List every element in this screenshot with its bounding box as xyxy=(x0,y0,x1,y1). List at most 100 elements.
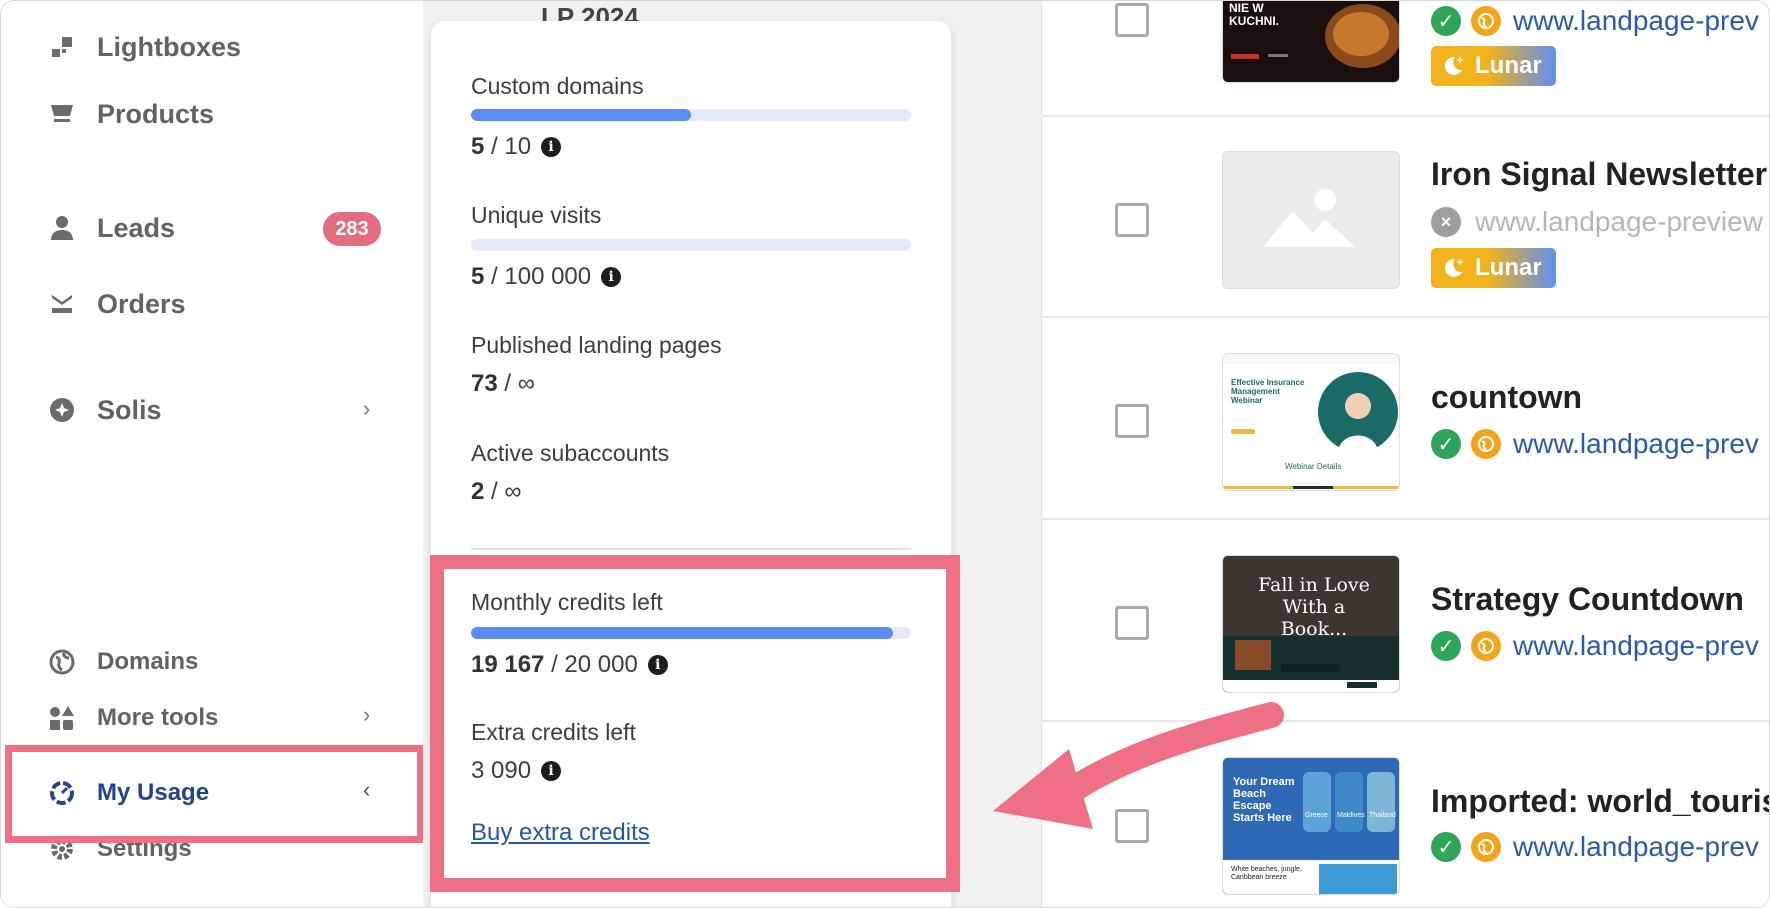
info-icon[interactable]: i xyxy=(647,655,668,675)
subaccounts-limit: ∞ xyxy=(504,478,522,505)
sidebar-item-label: More tools xyxy=(97,704,219,731)
lightbox-icon xyxy=(47,32,77,62)
published-pages-value: 73 / ∞ xyxy=(471,370,535,397)
sidebar-item-label: My Usage xyxy=(97,779,210,806)
page-title[interactable]: Iron Signal Newsletter xyxy=(1431,156,1767,193)
page-thumbnail[interactable]: NIE W KUCHNI. xyxy=(1222,1,1400,83)
sidebar-item-my-usage[interactable]: My Usage xyxy=(47,773,209,813)
chevron-right-icon[interactable]: › xyxy=(363,398,379,420)
thumbnail-place: Greece xyxy=(1305,812,1328,819)
page-url[interactable]: www.landpage-preview xyxy=(1475,206,1763,238)
page-url-line: ✓ www.landpage-prev xyxy=(1431,5,1759,37)
published-check-icon: ✓ xyxy=(1431,6,1461,36)
custom-domains-bar xyxy=(471,109,911,121)
monthly-credits-used: 19 167 xyxy=(471,651,545,678)
subaccounts-label: Active subaccounts xyxy=(471,440,670,466)
row-checkbox[interactable] xyxy=(1115,203,1149,237)
annotation-arrow xyxy=(993,702,1284,829)
custom-domains-limit: 10 xyxy=(504,133,532,160)
lunar-badge-label: Lunar xyxy=(1475,254,1542,281)
page-thumbnail[interactable]: Effective Insurance Management Webinar W… xyxy=(1222,353,1400,491)
sidebar-item-solis[interactable]: Solis xyxy=(47,390,162,430)
published-check-icon: ✓ xyxy=(1431,631,1461,661)
divider xyxy=(471,548,911,550)
monthly-credits-limit: 20 000 xyxy=(564,651,638,678)
info-icon[interactable]: i xyxy=(601,267,622,287)
sidebar-item-label: Products xyxy=(97,98,215,129)
published-pages-limit: ∞ xyxy=(517,370,535,397)
page-url-line: ✓ www.landpage-prev xyxy=(1431,831,1759,863)
row-checkbox[interactable] xyxy=(1115,404,1149,438)
row-checkbox[interactable] xyxy=(1115,3,1149,37)
globe-icon xyxy=(1471,429,1501,459)
chevron-left-icon[interactable]: ‹ xyxy=(363,779,379,801)
info-icon[interactable]: i xyxy=(541,761,562,781)
published-pages-used: 73 xyxy=(471,370,498,397)
gauge-icon xyxy=(47,778,77,808)
thumbnail-text: White beaches, jungle, Caribbean breeze xyxy=(1231,866,1302,881)
custom-domains-bar-fill xyxy=(471,109,691,121)
globe-icon xyxy=(1471,832,1501,862)
globe-icon xyxy=(1471,631,1501,661)
moon-icon xyxy=(1444,56,1464,75)
info-icon[interactable]: i xyxy=(541,137,562,157)
page-url[interactable]: www.landpage-prev xyxy=(1513,428,1759,460)
sidebar-item-leads[interactable]: Leads xyxy=(47,208,175,248)
sidebar-item-label: Orders xyxy=(97,288,186,319)
thumbnail-text: Fall in Love With a Book... xyxy=(1258,574,1370,640)
unique-visits-used: 5 xyxy=(471,263,485,290)
subaccounts-value: 2 / ∞ xyxy=(471,478,522,505)
sidebar-item-domains[interactable]: Domains xyxy=(47,642,198,682)
app-window: Lightboxes Products Leads 283 Orders Sol… xyxy=(0,0,1770,908)
page-url[interactable]: www.landpage-prev xyxy=(1513,5,1759,37)
sidebar-item-label: Leads xyxy=(97,212,176,243)
sidebar: Lightboxes Products Leads 283 Orders Sol… xyxy=(1,1,424,907)
unpublished-x-icon: × xyxy=(1431,207,1461,237)
page-url-line: ✓ www.landpage-prev xyxy=(1431,630,1759,662)
custom-domains-used: 5 xyxy=(471,133,485,160)
lunar-badge: Lunar xyxy=(1431,46,1556,86)
sidebar-item-label: Solis xyxy=(97,394,162,425)
lunar-badge-label: Lunar xyxy=(1475,52,1542,79)
sidebar-item-orders[interactable]: Orders xyxy=(47,284,186,324)
sidebar-item-lightboxes[interactable]: Lightboxes xyxy=(47,27,241,67)
thumbnail-text: Webinar Details xyxy=(1285,462,1342,471)
page-title-partial: LP 2024 xyxy=(541,3,639,21)
page-url-line: × www.landpage-preview xyxy=(1431,206,1763,238)
monthly-credits-label: Monthly credits left xyxy=(471,589,663,615)
thumbnail-text: NIE W KUCHNI. xyxy=(1229,1,1279,28)
sidebar-item-label: Lightboxes xyxy=(97,31,242,62)
page-url-line: ✓ www.landpage-prev xyxy=(1431,428,1759,460)
unique-visits-bar xyxy=(471,239,911,251)
moon-icon xyxy=(1444,258,1464,277)
page-url[interactable]: www.landpage-prev xyxy=(1513,630,1759,662)
chevron-right-icon[interactable]: › xyxy=(363,704,379,726)
thumbnail-text: Effective Insurance Management Webinar xyxy=(1231,378,1305,405)
monthly-credits-value: 19 167 / 20 000 i xyxy=(471,651,668,679)
row-checkbox[interactable] xyxy=(1115,606,1149,640)
shapes-icon xyxy=(47,703,77,733)
unique-visits-label: Unique visits xyxy=(471,202,602,228)
leads-count-badge: 283 xyxy=(323,212,381,246)
page-url[interactable]: www.landpage-prev xyxy=(1513,831,1759,863)
extra-credits-label: Extra credits left xyxy=(471,719,636,745)
page-thumbnail[interactable]: Fall in Love With a Book... xyxy=(1222,555,1400,693)
sidebar-item-more-tools[interactable]: More tools xyxy=(47,698,218,738)
globe-icon xyxy=(1471,6,1501,36)
buy-extra-credits-link[interactable]: Buy extra credits xyxy=(471,819,650,847)
custom-domains-label: Custom domains xyxy=(471,73,644,99)
published-check-icon: ✓ xyxy=(1431,832,1461,862)
page-thumbnail-placeholder[interactable] xyxy=(1222,151,1400,289)
page-title[interactable]: Strategy Countdown xyxy=(1431,581,1744,618)
published-pages-label: Published landing pages xyxy=(471,332,722,358)
sidebar-item-products[interactable]: Products xyxy=(47,94,214,134)
page-title[interactable]: Imported: world_touris xyxy=(1431,783,1769,820)
thumbnail-place: Maldives xyxy=(1337,812,1365,819)
sidebar-item-label: Domains xyxy=(97,648,199,675)
image-placeholder-icon xyxy=(1223,152,1399,288)
thumbnail-place: Thailand xyxy=(1369,812,1396,819)
page-title[interactable]: countown xyxy=(1431,379,1582,416)
custom-domains-value: 5 / 10 i xyxy=(471,133,562,161)
cart-icon xyxy=(47,99,77,129)
list-item xyxy=(1041,320,1769,520)
